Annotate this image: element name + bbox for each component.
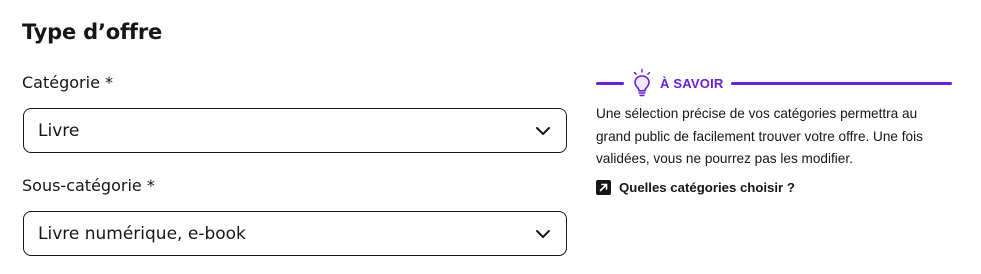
page-title: Type d’offre: [22, 20, 163, 44]
info-panel: À SAVOIR Une sélection précise de vos ca…: [596, 66, 952, 195]
external-link-icon: [596, 179, 611, 195]
lightbulb-icon: [630, 68, 654, 98]
category-select[interactable]: Livre: [23, 108, 567, 153]
divider: [596, 81, 624, 85]
subcategory-label: Sous-catégorie *: [22, 176, 155, 195]
info-text: Une sélection précise de vos catégories …: [596, 106, 923, 166]
categories-help-link[interactable]: Quelles catégories choisir ?: [596, 179, 952, 195]
info-header: À SAVOIR: [596, 66, 952, 100]
subcategory-select-value: Livre numérique, e-book: [38, 223, 246, 244]
divider: [731, 81, 952, 85]
subcategory-select[interactable]: Livre numérique, e-book: [23, 211, 567, 256]
categories-help-link-label: Quelles catégories choisir ?: [619, 179, 795, 195]
chevron-down-icon: [534, 122, 552, 140]
category-select-value: Livre: [38, 120, 80, 141]
chevron-down-icon: [534, 225, 552, 243]
info-title: À SAVOIR: [660, 75, 724, 91]
category-label: Catégorie *: [22, 73, 113, 92]
